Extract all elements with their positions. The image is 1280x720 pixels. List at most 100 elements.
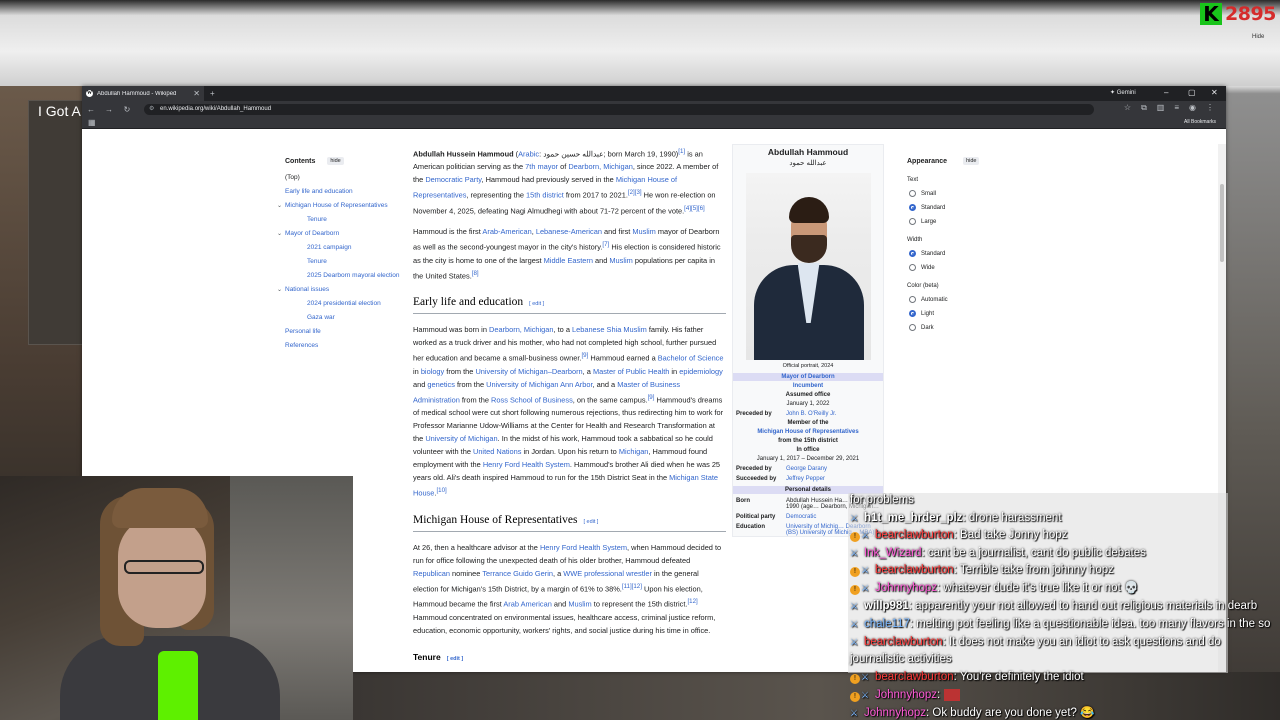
toc-item-gaza-war[interactable]: Gaza war [285,314,405,322]
new-tab-button[interactable]: + [210,89,215,98]
article-link[interactable]: WWE professional wrestler [563,569,652,578]
citation[interactable]: [10] [436,487,446,494]
chevron-down-icon[interactable]: ⌄ [277,286,282,294]
appearance-hide-button[interactable]: hide [963,157,980,165]
chat-username[interactable]: bearclawburton [875,529,954,541]
article-link[interactable]: Muslim [632,227,655,236]
article-link[interactable]: Republican [413,569,450,578]
bookmark-star-icon[interactable]: ☆ [1124,103,1131,113]
chat-username[interactable]: bearclawburton [864,636,943,648]
edit-link[interactable]: [ edit ] [529,301,544,307]
radio-selected-icon[interactable] [909,250,916,257]
gemini-button[interactable]: ✦ Gemini [1110,89,1136,96]
chat-username[interactable]: willp981 [864,600,909,612]
minimize-icon[interactable]: – [1164,88,1168,97]
edit-link[interactable]: [ edit ] [447,656,464,662]
radio-selected-icon[interactable] [909,310,916,317]
chat-username[interactable]: Ink_Wizard [864,547,922,559]
incumbent-label[interactable]: Incumbent [733,383,883,389]
toc-item-2025-election[interactable]: 2025 Dearborn mayoral election [285,272,405,280]
article-link[interactable]: Master of Public Health [593,367,669,376]
member-link[interactable]: Michigan House of Representatives [733,429,883,435]
toc-item-2021-campaign[interactable]: 2021 campaign [285,244,405,252]
width-standard-option[interactable]: Standard [907,250,1022,257]
article-link[interactable]: Arab-American [482,227,531,236]
row-value[interactable]: George Darany [786,466,880,472]
scrollbar-thumb[interactable] [1220,184,1224,262]
radio-icon[interactable] [909,264,916,271]
text-small-option[interactable]: Small [907,190,1022,197]
article-link[interactable]: United Nations [473,447,521,456]
radio-icon[interactable] [909,296,916,303]
toc-item-mayor[interactable]: ⌄ Mayor of Dearborn [277,230,405,238]
article-link[interactable]: Ross School of Business [491,395,573,404]
text-standard-option[interactable]: Standard [907,204,1022,211]
citation[interactable]: [11][12] [622,583,642,590]
article-link[interactable]: University of Michigan–Dearborn [475,367,582,376]
back-icon[interactable]: ← [82,105,100,114]
chevron-down-icon[interactable]: ⌄ [277,202,282,210]
toc-item-top[interactable]: (Top) [285,174,405,182]
arabic-link[interactable]: Arabic [518,149,539,158]
citation[interactable]: [12] [687,598,697,605]
chat-username[interactable]: Johnnyhopz [864,707,926,719]
chat-username[interactable]: Johnnyhopz [875,689,937,701]
party-link[interactable]: Democratic Party [425,175,481,184]
mayor-link[interactable]: 7th mayor [525,162,558,171]
text-large-option[interactable]: Large [907,218,1022,225]
chat-username[interactable]: bearclawburton [875,671,954,683]
article-link[interactable]: Henry Ford Health System [483,460,570,469]
profile-icon[interactable]: ◉ [1189,103,1196,113]
citation[interactable]: [8] [472,270,479,277]
row-value[interactable]: John B. O'Reilly Jr. [786,411,880,417]
close-window-icon[interactable]: ✕ [1211,88,1218,97]
toc-item-2024-presidential[interactable]: 2024 presidential election [285,300,405,308]
article-link[interactable]: Henry Ford Health System [540,543,627,552]
toc-item-early-life[interactable]: Early life and education [285,188,405,196]
color-dark-option[interactable]: Dark [907,324,1022,331]
article-link[interactable]: Terrance Guido Gerin [482,569,553,578]
row-value[interactable]: Jeffrey Pepper [786,476,880,482]
toc-item-personal-life[interactable]: Personal life [285,328,405,336]
toc-item-michigan-house[interactable]: ⌄ Michigan House of Representatives [277,202,405,210]
article-link[interactable]: Lebanese-American [536,227,602,236]
article-link[interactable]: Muslim [568,600,591,609]
apps-grid-icon[interactable]: ▦ [88,118,96,127]
close-tab-icon[interactable]: ✕ [193,89,200,98]
article-link[interactable]: Arab American [503,600,551,609]
media-icon[interactable]: ≡ [1174,103,1179,113]
article-link[interactable]: biology [421,367,444,376]
color-light-option[interactable]: Light [907,310,1022,317]
citation[interactable]: [4][5][6] [684,205,705,212]
toc-item-references[interactable]: References [285,342,405,350]
radio-icon[interactable] [909,218,916,225]
district-link[interactable]: 15th district [526,191,564,200]
reload-icon[interactable]: ↻ [118,105,136,114]
toc-item-tenure[interactable]: Tenure [285,216,405,224]
article-link[interactable]: University of Michigan [425,434,497,443]
hide-overlay-button[interactable]: Hide [1252,34,1264,40]
citation[interactable]: [2][3] [628,189,642,196]
all-bookmarks-button[interactable]: All Bookmarks [1184,119,1216,125]
portrait-image[interactable] [745,173,871,360]
article-link[interactable]: Bachelor of Science [658,354,724,363]
toc-hide-button[interactable]: hide [327,157,344,165]
color-automatic-option[interactable]: Automatic [907,296,1022,303]
radio-selected-icon[interactable] [909,204,916,211]
edit-link[interactable]: [ edit ] [583,519,598,525]
width-wide-option[interactable]: Wide [907,264,1022,271]
chat-username[interactable]: bearclawburton [875,564,954,576]
toc-item-tenure-2[interactable]: Tenure [285,258,405,266]
article-link[interactable]: Lebanese Shia Muslim [572,325,647,334]
tab-wikipedia[interactable]: W Abdullah Hammoud - Wikiped ✕ [82,86,204,101]
article-link[interactable]: genetics [427,380,455,389]
forward-icon[interactable]: → [100,105,118,114]
site-info-icon[interactable]: ⚙ [149,104,154,115]
radio-icon[interactable] [909,324,916,331]
chat-username[interactable]: Johnnyhopz [875,582,937,594]
article-link[interactable]: Middle Eastern [544,256,593,265]
dearborn-link[interactable]: Dearborn, Michigan [568,162,633,171]
article-link[interactable]: Muslim [609,256,632,265]
sidebar-icon[interactable]: ▥ [1157,103,1165,113]
article-link[interactable]: Dearborn, Michigan [489,325,554,334]
